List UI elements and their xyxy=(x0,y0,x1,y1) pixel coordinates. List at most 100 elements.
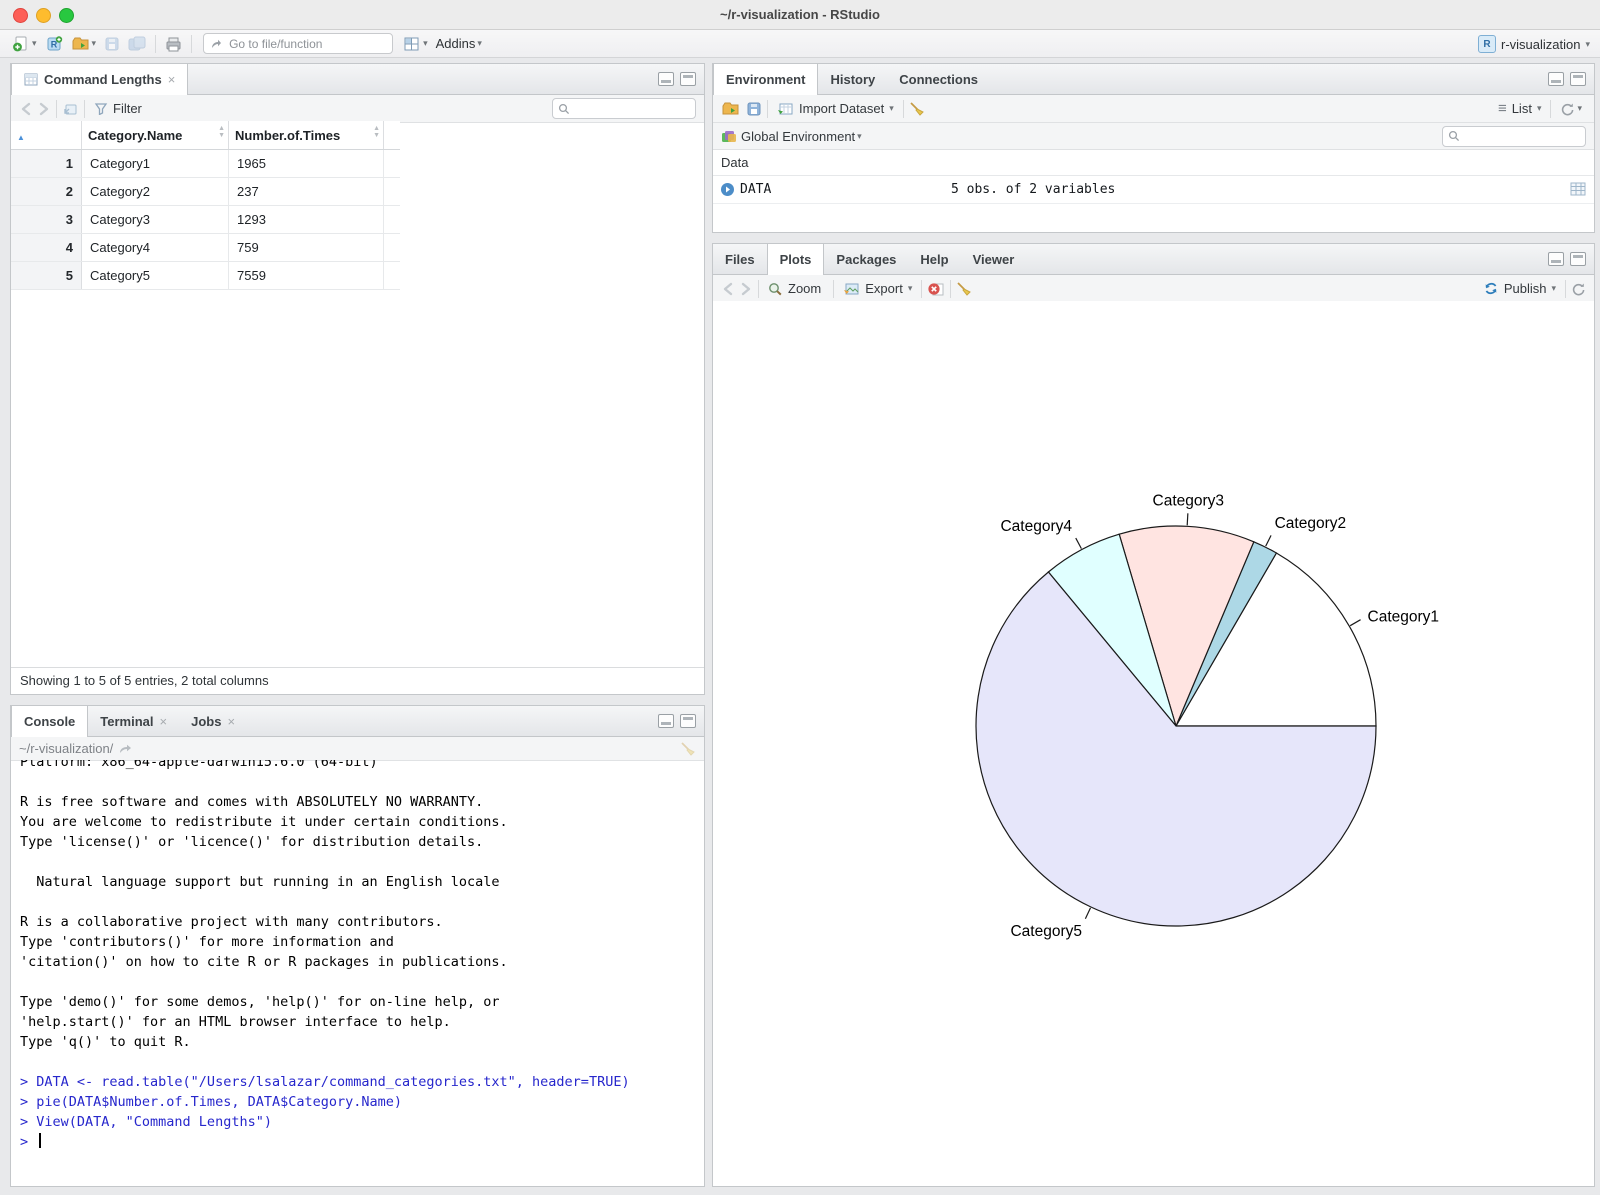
refresh-icon xyxy=(1562,103,1574,115)
environment-tabbar: Environment History Connections xyxy=(713,64,1594,95)
new-file-button[interactable]: ▾ xyxy=(8,32,41,56)
environment-search-input[interactable] xyxy=(1464,128,1580,144)
window-title: ~/r-visualization - RStudio xyxy=(720,7,880,22)
tab-terminal[interactable]: Terminal × xyxy=(88,706,179,736)
rstudio-window: ~/r-visualization - RStudio ▾ R ▾ Go to … xyxy=(0,0,1600,1195)
zoom-plot-button[interactable]: Zoom xyxy=(764,277,828,301)
print-button[interactable] xyxy=(161,32,186,56)
minimize-pane-button[interactable] xyxy=(658,72,674,86)
scope-selector[interactable]: Global Environment ▾ xyxy=(737,124,866,148)
open-file-button[interactable]: ▾ xyxy=(67,32,101,56)
row-number-cell: 3 xyxy=(11,205,82,234)
toolbar-separator xyxy=(84,99,85,118)
list-view-button[interactable]: ≡ List ▾ xyxy=(1494,97,1546,121)
maximize-pane-button[interactable] xyxy=(680,714,696,728)
clear-environment-icon[interactable] xyxy=(909,101,925,116)
back-icon[interactable] xyxy=(19,102,35,116)
goto-file-input[interactable] xyxy=(227,35,387,52)
tab-viewer[interactable]: Viewer xyxy=(961,244,1027,274)
environment-object-row[interactable]: DATA 5 obs. of 2 variables xyxy=(713,176,1594,204)
console-subtitle-bar: ~/r-visualization/ xyxy=(11,737,704,761)
view-table-icon[interactable] xyxy=(1570,182,1586,196)
save-all-button[interactable] xyxy=(124,32,150,56)
previous-plot-icon[interactable] xyxy=(721,282,737,296)
maximize-pane-button[interactable] xyxy=(1570,72,1586,86)
data-table-body: 1 Category1 1965 2 Category2 237 3 Category3 129… xyxy=(11,149,400,290)
tab-console[interactable]: Console xyxy=(11,706,89,737)
new-project-icon: R xyxy=(47,36,62,51)
addins-button[interactable]: Addins ▾ xyxy=(432,32,486,56)
refresh-plot-icon[interactable] xyxy=(1571,282,1586,296)
minimize-pane-button[interactable] xyxy=(1548,252,1564,266)
number-of-times-cell: 237 xyxy=(228,177,384,206)
console-output[interactable]: Platform: x86_64-apple-darwin15.6.0 (64-… xyxy=(11,760,704,1186)
tab-files[interactable]: Files xyxy=(713,244,767,274)
console-prompt-line[interactable]: > xyxy=(20,1132,704,1152)
project-selector[interactable]: R r-visualization ▾ xyxy=(1477,30,1590,58)
save-workspace-icon[interactable] xyxy=(746,101,762,117)
tab-jobs[interactable]: Jobs × xyxy=(179,706,247,736)
filter-button[interactable]: Filter xyxy=(90,97,149,121)
pie-label-tick xyxy=(1349,619,1361,627)
close-icon[interactable]: × xyxy=(227,714,235,729)
print-icon xyxy=(166,37,181,51)
console-line: Type 'contributors()' for more informati… xyxy=(20,934,394,950)
close-icon[interactable]: × xyxy=(168,72,176,87)
minimize-pane-button[interactable] xyxy=(658,714,674,728)
save-button[interactable] xyxy=(100,32,124,56)
sort-arrows-icon[interactable]: ▲ ▼ xyxy=(373,125,380,139)
text-cursor xyxy=(39,1133,42,1148)
tab-packages[interactable]: Packages xyxy=(824,244,908,274)
tab-help[interactable]: Help xyxy=(908,244,960,274)
row-number-header[interactable]: ▲ xyxy=(11,121,82,150)
export-plot-button[interactable]: Export ▾ xyxy=(839,277,916,301)
data-search-box[interactable] xyxy=(552,98,696,119)
forward-icon[interactable] xyxy=(35,102,51,116)
console-line: > DATA <- read.table("/Users/lsalazar/co… xyxy=(20,1074,630,1090)
tab-connections[interactable]: Connections xyxy=(887,64,990,94)
refresh-environment-button[interactable]: ▾ xyxy=(1556,97,1586,121)
expand-object-icon[interactable] xyxy=(720,182,735,197)
import-dataset-button[interactable]: Import Dataset ▾ xyxy=(773,97,898,121)
plot-canvas: Category1 Category2 Category3 Category4 Cate… xyxy=(713,301,1594,1186)
toolbar-separator xyxy=(902,99,904,118)
data-viewer-toolbar: Filter xyxy=(11,95,704,123)
new-project-button[interactable]: R xyxy=(41,32,67,56)
next-plot-icon[interactable] xyxy=(737,282,753,296)
clear-console-icon[interactable] xyxy=(680,741,696,756)
maximize-pane-button[interactable] xyxy=(1570,252,1586,266)
tab-environment[interactable]: Environment xyxy=(713,64,819,95)
pie-label-Category2: Category2 xyxy=(1275,515,1347,532)
tab-history[interactable]: History xyxy=(818,64,887,94)
environment-search-box[interactable] xyxy=(1442,125,1586,147)
clear-all-plots-icon[interactable] xyxy=(956,281,972,296)
goto-file-box[interactable] xyxy=(203,33,394,54)
plots-toolbar: Zoom Export ▾ Publish ▾ xyxy=(713,275,1594,303)
category-name-cell: Category1 xyxy=(81,149,229,178)
tab-label: Command Lengths xyxy=(44,72,162,87)
popout-window-icon[interactable] xyxy=(62,102,79,116)
number-of-times-cell: 7559 xyxy=(228,261,384,290)
pie-label-Category3: Category3 xyxy=(1153,492,1225,509)
pane-layout-button[interactable]: ▾ xyxy=(399,32,432,56)
tab-plots[interactable]: Plots xyxy=(766,244,825,275)
minimize-pane-button[interactable] xyxy=(1548,72,1564,86)
column-header-number-of-times[interactable]: Number.of.Times ▲ ▼ xyxy=(228,121,384,150)
console-prompt: > xyxy=(20,1134,37,1150)
toolbar-separator xyxy=(921,279,923,298)
goto-directory-icon[interactable] xyxy=(118,743,134,755)
tab-command-lengths[interactable]: Command Lengths × xyxy=(11,64,189,95)
publish-button[interactable]: Publish ▾ xyxy=(1479,277,1560,301)
maximize-pane-button[interactable] xyxy=(680,72,696,86)
environment-toolbar: Import Dataset ▾ ≡ List ▾ ▾ xyxy=(713,95,1594,123)
empty-cell xyxy=(383,205,400,234)
open-workspace-icon[interactable] xyxy=(721,101,740,117)
column-header-category-name[interactable]: Category.Name ▲ ▼ xyxy=(81,121,229,150)
remove-plot-icon[interactable] xyxy=(927,281,945,297)
data-search-input[interactable] xyxy=(574,100,690,117)
pie-label-tick xyxy=(1186,513,1189,526)
sort-arrows-icon[interactable]: ▲ ▼ xyxy=(218,125,225,139)
console-line: 'help.start()' for an HTML browser inter… xyxy=(20,1014,451,1030)
close-icon[interactable]: × xyxy=(160,714,168,729)
